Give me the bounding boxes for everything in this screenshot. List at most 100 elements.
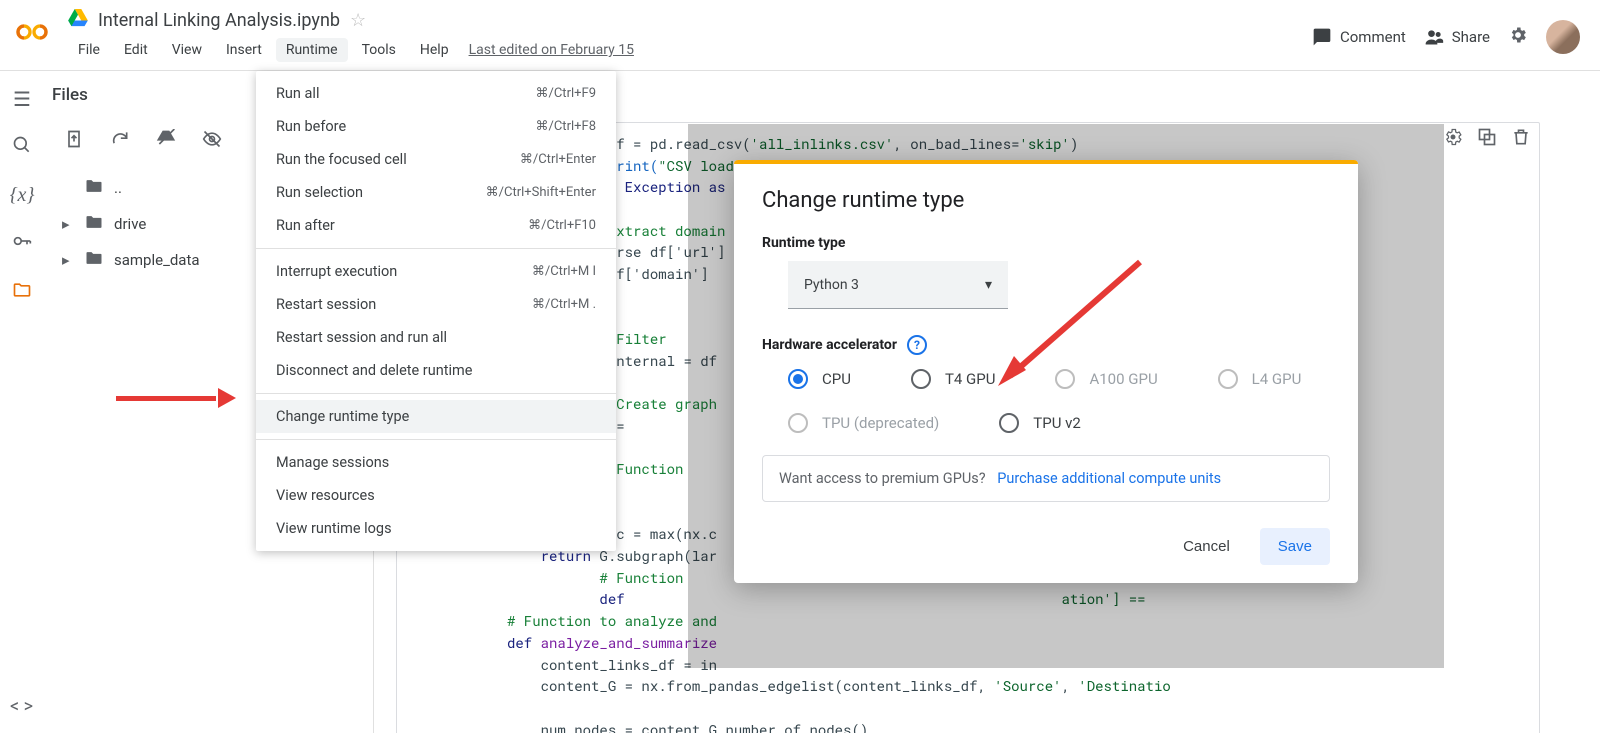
menu-item-label: Restart session [276, 296, 376, 313]
menu-item[interactable]: Restart session and run all [256, 321, 616, 354]
annotation-arrow-menu [116, 390, 236, 406]
comment-button[interactable]: Comment [1312, 27, 1406, 47]
share-button[interactable]: Share [1424, 27, 1490, 47]
refresh-icon[interactable] [110, 129, 130, 154]
menu-item-label: Run the focused cell [276, 151, 407, 168]
secrets-icon[interactable] [12, 231, 32, 256]
runtime-type-value: Python 3 [804, 277, 859, 293]
menu-item[interactable]: Interrupt execution ⌘/Ctrl+M I [256, 255, 616, 288]
share-label: Share [1452, 28, 1490, 46]
help-icon[interactable]: ? [907, 335, 927, 355]
variables-icon[interactable]: {x} [10, 184, 35, 207]
menu-tools[interactable]: Tools [352, 38, 406, 62]
folder-icon [84, 212, 104, 236]
drive-icon [68, 9, 88, 31]
menu-item-shortcut: ⌘/Ctrl+M I [532, 264, 596, 279]
menu-item[interactable]: Disconnect and delete runtime [256, 354, 616, 387]
hide-hidden-icon[interactable] [202, 129, 222, 154]
radio-circle-icon [999, 413, 1019, 433]
star-icon[interactable]: ☆ [350, 10, 366, 31]
menu-item-shortcut: ⌘/Ctrl+Enter [520, 152, 596, 167]
colab-logo [12, 12, 52, 52]
menu-item[interactable]: Restart session ⌘/Ctrl+M . [256, 288, 616, 321]
menu-item-label: View runtime logs [276, 520, 392, 537]
upload-icon[interactable] [64, 129, 84, 154]
purchase-link[interactable]: Purchase additional compute units [997, 470, 1221, 487]
cell-delete-icon[interactable] [1511, 127, 1531, 155]
menu-separator [256, 248, 616, 249]
menu-item-shortcut: ⌘/Ctrl+F8 [535, 119, 596, 134]
top-bar: Internal Linking Analysis.ipynb ☆ FileEd… [0, 0, 1600, 71]
menu-item[interactable]: Run all ⌘/Ctrl+F9 [256, 77, 616, 110]
mount-drive-icon[interactable] [156, 129, 176, 154]
radio-circle-icon [788, 369, 808, 389]
radio-label: CPU [822, 370, 851, 388]
folder-icon [84, 176, 104, 200]
promo-text: Want access to premium GPUs? [779, 470, 986, 487]
menu-help[interactable]: Help [410, 38, 459, 62]
user-avatar[interactable] [1546, 20, 1580, 54]
menu-item[interactable]: Manage sessions [256, 446, 616, 479]
menu-edit[interactable]: Edit [114, 38, 158, 62]
radio-circle-icon [911, 369, 931, 389]
settings-icon[interactable] [1508, 25, 1528, 49]
menu-separator [256, 439, 616, 440]
radio-tpu-(deprecated): TPU (deprecated) [788, 413, 939, 433]
radio-l4-gpu: L4 GPU [1218, 369, 1302, 389]
document-title[interactable]: Internal Linking Analysis.ipynb [98, 10, 340, 31]
menu-item-label: Disconnect and delete runtime [276, 362, 472, 379]
code-chevrons-icon[interactable]: < > [10, 696, 33, 717]
menu-item-label: Interrupt execution [276, 263, 397, 280]
menu-item-label: Run all [276, 85, 319, 102]
cancel-button[interactable]: Cancel [1165, 528, 1248, 565]
menu-item[interactable]: View runtime logs [256, 512, 616, 545]
menu-item-label: Change runtime type [276, 408, 409, 425]
last-edited[interactable]: Last edited on February 15 [469, 42, 634, 58]
radio-label: T4 GPU [945, 370, 996, 388]
menu-item-shortcut: ⌘/Ctrl+Shift+Enter [486, 185, 596, 200]
cell-settings-icon[interactable] [1443, 127, 1463, 155]
runtime-menu: Run all ⌘/Ctrl+F9 Run before ⌘/Ctrl+F8 Run t… [256, 71, 616, 551]
file-name: sample_data [114, 251, 200, 269]
dropdown-caret-icon: ▾ [985, 277, 992, 293]
menu-item[interactable]: Run the focused cell ⌘/Ctrl+Enter [256, 143, 616, 176]
menu-runtime[interactable]: Runtime [276, 38, 348, 62]
radio-circle-icon [1055, 369, 1075, 389]
menu-item[interactable]: Run after⌘/Ctrl+F10 [256, 209, 616, 242]
radio-label: L4 GPU [1252, 370, 1302, 388]
menu-item-shortcut: ⌘/Ctrl+M . [532, 297, 596, 312]
file-name: .. [114, 179, 122, 197]
menu-item[interactable]: Change runtime type [256, 400, 616, 433]
menu-view[interactable]: View [162, 38, 212, 62]
menu-item[interactable]: Run before ⌘/Ctrl+F8 [256, 110, 616, 143]
search-icon[interactable] [12, 135, 32, 160]
change-runtime-modal: Change runtime type Runtime type Python … [734, 160, 1358, 583]
menu-item-label: Restart session and run all [276, 329, 447, 346]
menu-item[interactable]: Run selection⌘/Ctrl+Shift+Enter [256, 176, 616, 209]
menu-bar: FileEditViewInsertRuntimeToolsHelp Last e… [68, 38, 1312, 62]
menu-item[interactable]: View resources [256, 479, 616, 512]
radio-t4-gpu[interactable]: T4 GPU [911, 369, 996, 389]
menu-item-label: Run before [276, 118, 346, 135]
menu-separator [256, 393, 616, 394]
radio-tpu-v2[interactable]: TPU v2 [999, 413, 1081, 433]
hardware-accelerator-label: Hardware accelerator ? [762, 335, 1330, 355]
radio-label: TPU (deprecated) [822, 414, 939, 432]
modal-title: Change runtime type [762, 188, 1330, 213]
menu-item-label: Run after [276, 217, 335, 234]
menu-file[interactable]: File [68, 38, 110, 62]
radio-label: TPU v2 [1033, 414, 1081, 432]
menu-item-shortcut: ⌘/Ctrl+F9 [535, 86, 596, 101]
save-button[interactable]: Save [1260, 528, 1330, 565]
folder-icon [84, 248, 104, 272]
menu-item-label: View resources [276, 487, 375, 504]
runtime-type-select[interactable]: Python 3 ▾ [788, 261, 1008, 309]
toc-icon[interactable]: ☰ [13, 87, 31, 111]
hardware-accelerator-options: CPU T4 GPU A100 GPU L4 GPU TPU (deprecated) T… [788, 369, 1330, 433]
cell-mirror-icon[interactable] [1477, 127, 1497, 155]
radio-label: A100 GPU [1089, 370, 1157, 388]
radio-cpu[interactable]: CPU [788, 369, 851, 389]
header-right-actions: Comment Share [1312, 20, 1588, 54]
files-icon[interactable] [12, 280, 32, 305]
menu-insert[interactable]: Insert [216, 38, 272, 62]
